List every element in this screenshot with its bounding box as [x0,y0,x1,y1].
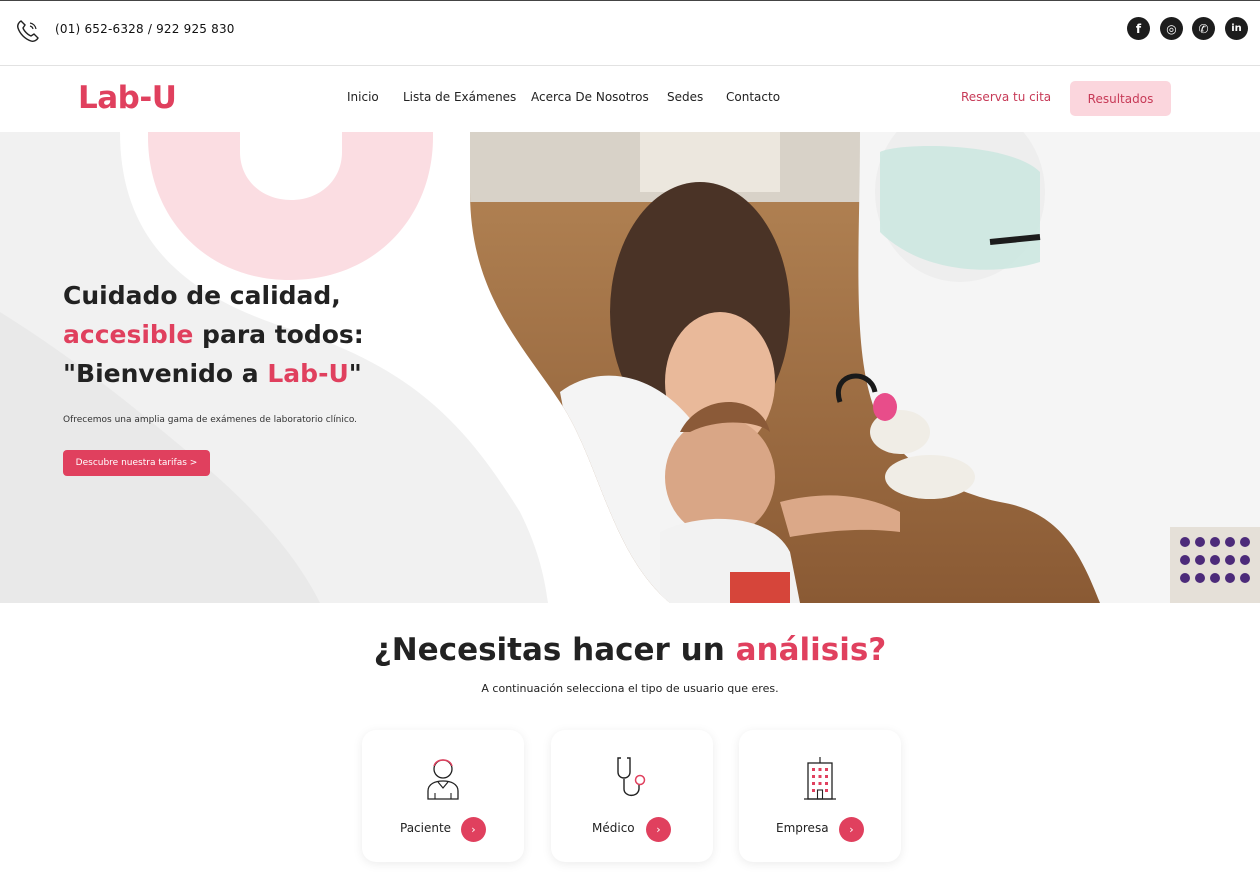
section-title: ¿Necesitas hacer un análisis? [0,632,1260,668]
section-title-start: ¿Necesitas hacer un [373,632,736,668]
hero-title-line2: para todos: [193,320,364,349]
chevron-right-icon[interactable]: › [839,817,864,842]
resultados-button[interactable]: Resultados [1070,81,1171,116]
card-paciente[interactable]: Paciente › [362,730,524,862]
main-navbar: Lab-U Inicio Lista de Exámenes Acerca De… [0,66,1260,132]
section-title-accent: análisis? [735,632,887,668]
nav-item-inicio[interactable]: Inicio [347,90,379,104]
nav-item-lista-examenes[interactable]: Lista de Exámenes [403,90,516,104]
hero-title: Cuidado de calidad, accesible para todos… [63,276,364,393]
hero-subtitle: Ofrecemos una amplia gama de exámenes de… [63,415,358,425]
building-icon [804,757,836,800]
hero-section: Cuidado de calidad, accesible para todos… [0,132,1260,603]
whatsapp-icon[interactable]: ✆ [1192,17,1215,40]
hero-title-quote: " [348,359,362,388]
reserva-cita-link[interactable]: Reserva tu cita [961,90,1051,104]
hero-title-accent: accesible [63,320,194,349]
linkedin-icon[interactable]: in [1225,17,1248,40]
logo[interactable]: Lab-U [78,80,177,116]
top-bar: (01) 652-6328 / 922 925 830 f ◎ ✆ in [0,0,1260,66]
patient-icon [427,759,459,800]
instagram-icon[interactable]: ◎ [1160,17,1183,40]
nav-item-sedes[interactable]: Sedes [667,90,703,104]
hero-title-brand: Lab-U [267,359,349,388]
hero-photo [470,132,1260,603]
chevron-right-icon[interactable]: › [461,817,486,842]
facebook-icon[interactable]: f [1127,17,1150,40]
tarifas-button[interactable]: Descubre nuestra tarifas > [63,450,210,476]
phone-icon [17,20,39,42]
section-subtitle: A continuación selecciona el tipo de usu… [481,682,779,695]
nav-item-acerca[interactable]: Acerca De Nosotros [531,90,649,104]
card-label-paciente: Paciente [400,821,452,835]
chevron-right-icon[interactable]: › [646,817,671,842]
nav-item-contacto[interactable]: Contacto [726,90,780,104]
hero-title-line1: Cuidado de calidad, [63,281,341,310]
phone-number[interactable]: (01) 652-6328 / 922 925 830 [55,22,235,36]
stethoscope-icon [617,757,646,797]
card-medico[interactable]: Médico › [551,730,713,862]
card-label-empresa: Empresa [776,821,829,835]
card-label-medico: Médico [592,821,635,835]
card-empresa[interactable]: Empresa › [739,730,901,862]
hero-title-line3: "Bienvenido a [63,359,268,388]
